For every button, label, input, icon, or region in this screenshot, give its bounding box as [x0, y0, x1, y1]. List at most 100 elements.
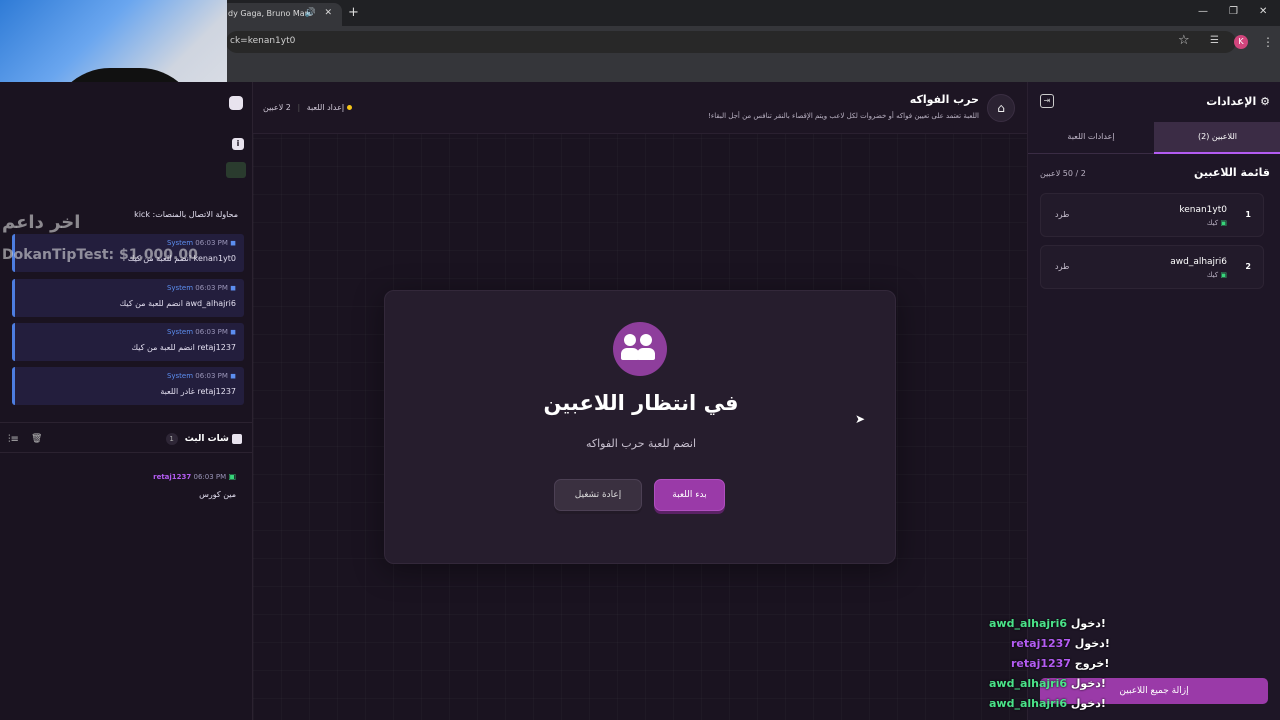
settings-tabs: اللاعبين (2) إعدادات اللعبة	[1028, 122, 1280, 154]
tab-players[interactable]: اللاعبين (2)	[1154, 122, 1280, 154]
chat-bubble-icon: ◼	[230, 284, 236, 292]
align-icon[interactable]: ⫶≡	[8, 434, 19, 445]
minimize-icon[interactable]: —	[1198, 6, 1208, 17]
chat-bubble-icon: ◼	[230, 372, 236, 380]
kick-badge-icon: ▣	[228, 472, 236, 481]
chat-text: مين كورس	[199, 490, 236, 499]
left-panel: i محاولة الاتصال بالمنصات: kick ◼ System…	[0, 82, 253, 720]
trash-icon[interactable]: 🗑	[31, 434, 42, 444]
url-field[interactable]: ck=kenan1yt0	[226, 31, 1236, 53]
new-tab-icon[interactable]: +	[348, 5, 359, 20]
notify-action: دخول!	[1074, 637, 1110, 650]
chat-bubble-icon: ◼	[230, 328, 236, 336]
setup-link[interactable]: إعداد اللعبة	[307, 103, 344, 112]
player-platform: ▣ كيك	[1206, 271, 1227, 279]
home-icon[interactable]: ⌂	[987, 94, 1015, 122]
notify-user: awd_alhajri6	[989, 617, 1068, 630]
notify-action: دخول!	[1070, 677, 1106, 690]
player-rank: 2	[1245, 262, 1251, 271]
close-window-icon[interactable]: ✕	[1259, 6, 1267, 17]
kick-badge-icon: ▣	[1220, 219, 1227, 227]
settings-title: الإعدادات	[1206, 95, 1257, 108]
kick-player-button[interactable]: طرد	[1055, 210, 1069, 219]
player-name: awd_alhajri6	[1170, 257, 1227, 267]
close-tab-icon[interactable]: ✕	[324, 8, 332, 18]
modal-title: في انتظار اللاعبين	[543, 391, 739, 415]
log-first-message: محاولة الاتصال بالمنصات: kick	[134, 210, 238, 219]
game-topbar: ⌂ حرب الفواكه اللعبة تعتمد على تعيين فوا…	[253, 82, 1027, 134]
chat-header: شات البث 1	[165, 433, 242, 445]
topbar-meta: إعداد اللعبة | 2 لاعبين	[263, 103, 352, 112]
kick-badge-icon: ▣	[1220, 271, 1227, 279]
log-text: retaj1237 انضم للعبة من كيك	[131, 343, 236, 352]
log-time: 06:03 PM	[195, 284, 228, 292]
notify-user: awd_alhajri6	[989, 697, 1068, 710]
notification-item: awd_alhajri6 دخول!	[989, 617, 1106, 630]
chat-icon	[232, 433, 242, 444]
browser-tab[interactable]: dy Gaga, Bruno Mars 🔊 ✕	[220, 3, 342, 26]
log-time: 06:03 PM	[195, 328, 228, 336]
media-control-icon[interactable]: ☰	[1210, 35, 1219, 46]
restore-icon[interactable]: ❐	[1229, 6, 1238, 17]
log-item: ◼ System 06:03 PM retaj1237 انضم للعبة م…	[12, 323, 244, 361]
players-list-count: 2 / 50 لاعبين	[1040, 169, 1086, 178]
collapse-panel-icon[interactable]: ⇥	[1040, 94, 1054, 108]
last-supporter-label: اخر داعم	[2, 212, 81, 233]
tab-title: dy Gaga, Bruno Mars	[228, 9, 313, 18]
notification-item: awd_alhajri6 دخول!	[989, 677, 1106, 690]
status-chip	[226, 162, 246, 178]
waiting-modal: في انتظار اللاعبين انضم للعبة حرب الفواك…	[384, 290, 896, 564]
notify-user: retaj1237	[1011, 657, 1071, 670]
game-description: اللعبة تعتمد على تعيين فواكه أو خضروات ل…	[708, 112, 979, 120]
gear-icon: ⚙	[1260, 95, 1270, 108]
log-sender: System	[166, 284, 194, 292]
chat-bubble-icon: ◼	[230, 239, 236, 247]
notify-user: retaj1237	[1011, 637, 1071, 650]
chat-user: retaj1237	[153, 473, 192, 481]
log-sender: System	[166, 328, 194, 336]
log-time: 06:03 PM	[195, 372, 228, 380]
chat-message: ▣ retaj1237 06:03 PM	[153, 472, 236, 481]
players-list-title: قائمة اللاعبين	[1194, 166, 1270, 179]
chat-count-badge: 1	[165, 433, 178, 445]
log-item: ◼ System 06:03 PM retaj1237 غادر اللعبة	[12, 367, 244, 405]
menu-kebab-icon[interactable]: ⋮	[1262, 35, 1274, 49]
log-item: ◼ System 06:03 PM awd_alhajri6 انضم للعب…	[12, 279, 244, 317]
chat-title: شات البث	[184, 434, 229, 444]
speaker-icon[interactable]: 🔊	[305, 8, 316, 18]
player-row: 2 awd_alhajri6 ▣ كيك طرد	[1040, 245, 1264, 289]
notify-action: دخول!	[1070, 697, 1106, 710]
users-icon	[613, 322, 667, 376]
modal-subtitle: انضم للعبة حرب الفواكه	[585, 437, 697, 450]
log-time: 06:03 PM	[195, 239, 228, 247]
kick-player-button[interactable]: طرد	[1055, 262, 1069, 271]
profile-avatar[interactable]: K	[1234, 35, 1248, 49]
log-text: awd_alhajri6 انضم للعبة من كيك	[119, 299, 236, 308]
start-game-button[interactable]: بدء اللعبة	[654, 479, 725, 511]
log-text: retaj1237 غادر اللعبة	[160, 387, 236, 396]
chat-time: 06:03 PM	[193, 473, 227, 481]
last-supporter-value: DokanTipTest: $1,000.00	[2, 247, 198, 263]
mouse-cursor-icon: ➤	[855, 412, 866, 426]
notify-action: دخول!	[1070, 617, 1106, 630]
player-rank: 1	[1245, 210, 1251, 219]
notification-item: awd_alhajri6 دخول!	[989, 697, 1106, 710]
discord-icon[interactable]	[229, 96, 243, 110]
log-sender: System	[166, 239, 194, 247]
notify-user: awd_alhajri6	[989, 677, 1068, 690]
restart-button[interactable]: إعادة تشغيل	[554, 479, 642, 511]
status-dot-icon	[346, 105, 352, 110]
game-title: حرب الفواكه	[909, 93, 979, 106]
game-area: ⌂ حرب الفواكه اللعبة تعتمد على تعيين فوا…	[253, 82, 1027, 720]
bookmark-star-icon[interactable]: ☆	[1178, 33, 1190, 48]
info-icon[interactable]: i	[232, 138, 244, 150]
log-sender: System	[166, 372, 194, 380]
settings-header: ⚙ الإعدادات	[1206, 95, 1270, 108]
tab-game-settings[interactable]: إعدادات اللعبة	[1028, 122, 1154, 154]
players-count: 2 لاعبين	[263, 103, 291, 112]
player-name: kenan1yt0	[1179, 205, 1227, 215]
notification-item: retaj1237 دخول!	[1011, 637, 1110, 650]
notify-action: خروج!	[1074, 657, 1110, 670]
notification-item: retaj1237 خروج!	[1011, 657, 1109, 670]
player-platform: ▣ كيك	[1206, 219, 1227, 227]
